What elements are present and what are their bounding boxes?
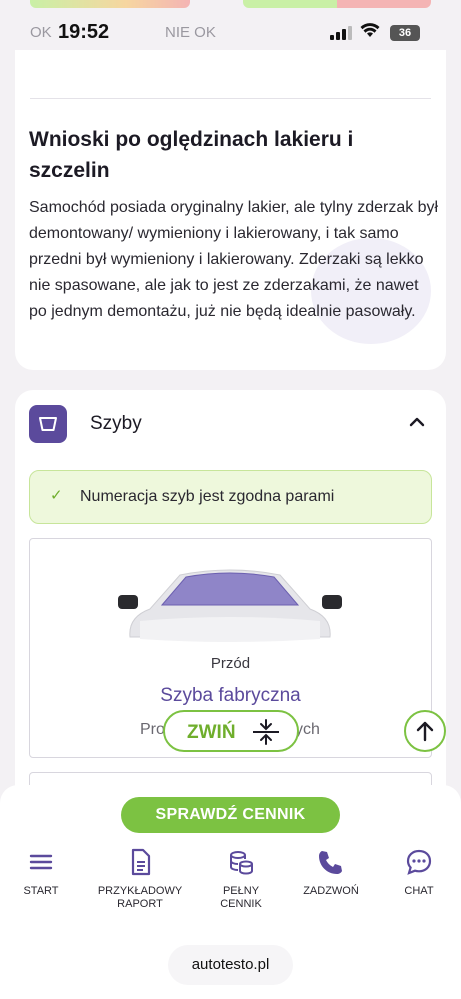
collapse-button[interactable]: ZWIŃ [163,710,299,752]
address-bar[interactable]: autotesto.pl [168,945,293,985]
collapse-icon [253,719,279,745]
glass-result: Szyba fabryczna [160,685,301,706]
document-icon [125,847,155,877]
check-icon: ✓ [50,487,63,504]
nav-sample-report[interactable]: PRZYKŁADOWY RAPORT [94,847,186,911]
not-ok-bar [243,0,431,8]
windshield-icon [29,405,67,443]
arrow-up-icon [416,721,434,742]
nav-start[interactable]: START [18,847,64,898]
check-pricing-button[interactable]: SPRAWDŹ CENNIK [121,797,340,833]
notice-text: Numeracja szyb jest zgodna parami [80,488,335,505]
conclusions-title: Wnioski po oględzinach lakieru i szczeli… [29,128,354,182]
ok-label: OK [30,24,52,41]
menu-icon [26,847,56,877]
status-bar: OK 19:52 NIE OK 36 [0,18,461,52]
wifi-icon [360,22,380,43]
nav-label: ZADZWOŃ [303,885,359,897]
coins-icon [226,847,256,877]
glass-side-label: Przód [210,655,251,672]
conclusions-text: Samochód posiada oryginalny lakier, ale … [29,199,439,320]
collapse-label: ZWIŃ [187,722,236,743]
scroll-top-button[interactable] [404,710,446,752]
car-front-illustration [118,569,342,642]
chevron-up-icon[interactable] [405,410,429,434]
section-title: Szyby [90,413,142,434]
glass-sub-left: Pro [140,721,165,738]
battery-icon: 36 [390,25,420,41]
chat-icon [404,847,434,877]
glass-match-notice: ✓ Numeracja szyb jest zgodna parami [29,470,432,524]
nav-label: CHAT [404,885,434,897]
signal-icon [330,26,352,40]
phone-icon [316,847,346,877]
nav-call[interactable]: ZADZWOŃ [302,847,360,898]
ok-bar [30,0,190,8]
nav-label: START [23,885,59,897]
clock: 19:52 [58,21,110,43]
nav-chat[interactable]: CHAT [398,847,440,898]
nav-full-pricing[interactable]: PEŁNY CENNIK [212,847,270,911]
nav-label: PEŁNY CENNIK [220,885,262,910]
verdict-bars [0,0,461,10]
not-ok-label: NIE OK [165,24,216,41]
divider [30,98,431,99]
nav-label: PRZYKŁADOWY RAPORT [97,885,183,910]
paint-conclusions-card: Wnioski po oględzinach lakieru i szczeli… [15,50,446,370]
